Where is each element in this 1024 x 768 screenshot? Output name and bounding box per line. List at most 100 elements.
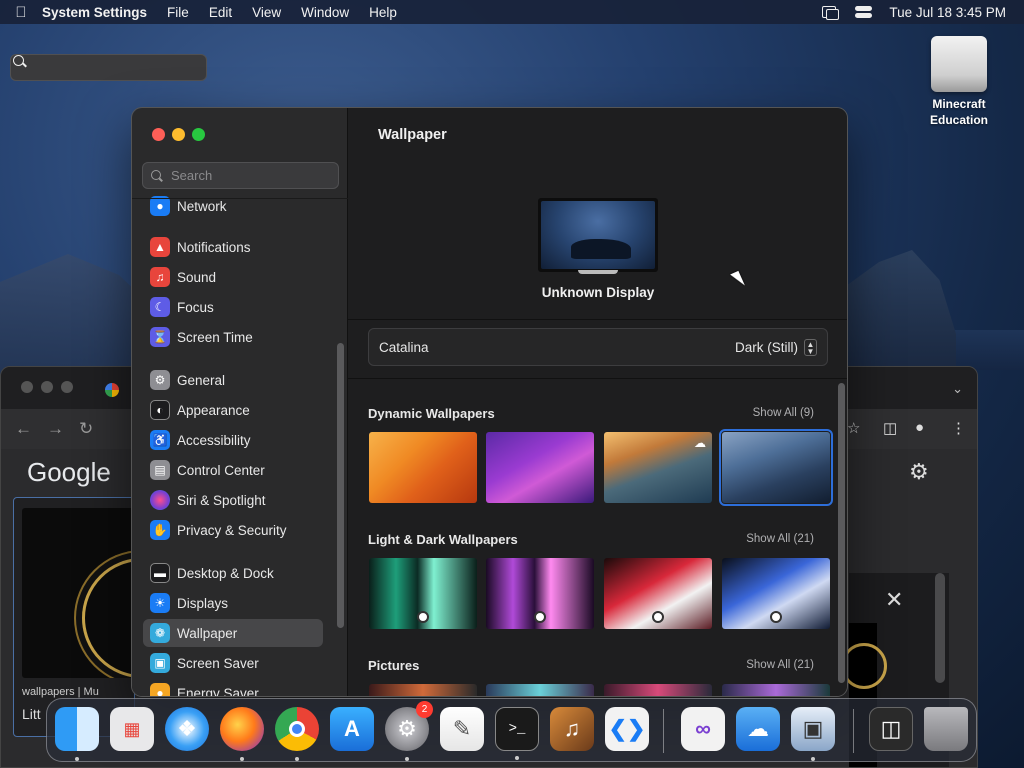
more-menu-icon[interactable]: ⋮ [951, 419, 966, 437]
sidebar-item-privacy-security[interactable]: ✋ Privacy & Security [143, 516, 323, 544]
section-title-pictures: Pictures [368, 658, 420, 673]
picture-thumb[interactable] [369, 684, 477, 696]
picture-thumb[interactable] [722, 684, 830, 696]
show-all-pictures-button[interactable]: Show All (21) [746, 659, 814, 671]
cloud-download-icon[interactable]: ☁ [694, 436, 706, 450]
dock-app-store-icon[interactable]: A [330, 707, 374, 751]
wallpaper-thumb-ventura[interactable] [369, 432, 477, 503]
sidebar-item-screen-time[interactable]: ⌛ Screen Time [143, 323, 323, 351]
pane-scrollbar[interactable] [838, 383, 845, 683]
control-center-icon[interactable] [855, 5, 873, 19]
sidebar-item-label: Sound [177, 269, 217, 285]
sidebar-toggle-icon[interactable]: ◫ [883, 419, 897, 437]
menu-window[interactable]: Window [301, 5, 349, 20]
sidebar-item-desktop-dock[interactable]: ▬ Desktop & Dock [143, 559, 323, 587]
section-title-light-dark: Light & Dark Wallpapers [368, 532, 518, 547]
browser-minimize-button[interactable] [41, 381, 53, 393]
appearance-mode-popup[interactable]: Dark (Still) ▲ ▼ [735, 338, 817, 356]
dock-firefox-icon[interactable] [220, 707, 264, 761]
back-arrow-icon[interactable]: ← [15, 419, 32, 439]
dock-trash-icon[interactable] [924, 707, 968, 751]
sidebar-item-general[interactable]: ⚙ General [143, 366, 323, 394]
dock-chrome-icon[interactable] [275, 707, 319, 761]
sidebar-item-focus[interactable]: ☾ Focus [143, 293, 323, 321]
sidebar-item-label: Focus [177, 299, 214, 315]
wallpaper-thumb-purple-abstract[interactable] [486, 558, 594, 629]
pane-divider [348, 378, 847, 379]
menu-help[interactable]: Help [369, 5, 397, 20]
picture-thumb[interactable] [604, 684, 712, 696]
sidebar-item-label: Appearance [177, 402, 250, 418]
picture-thumb[interactable] [486, 684, 594, 696]
dock-garageband-icon[interactable]: ♫ [550, 707, 594, 751]
sidebar-scrollbar[interactable] [337, 343, 344, 628]
menu-edit[interactable]: Edit [209, 5, 232, 20]
wallpaper-thumb-monterey[interactable] [486, 432, 594, 503]
menu-app-name[interactable]: System Settings [42, 5, 147, 20]
bookmark-star-icon[interactable]: ☆ [847, 419, 860, 437]
dock-launchpad-icon[interactable]: ▦ [110, 707, 154, 751]
sidebar-item-appearance[interactable]: ◐ Appearance [143, 396, 323, 424]
display-name: Unknown Display [541, 285, 655, 300]
sidebar-item-network[interactable]: ● Network [143, 192, 323, 220]
wallpaper-thumb-big-sur-coast[interactable]: ☁ [604, 432, 712, 503]
close-icon[interactable]: ✕ [885, 587, 903, 613]
light-dark-badge-icon [652, 611, 664, 623]
apple-menu-icon[interactable]:  [0, 4, 42, 21]
zoom-button[interactable] [192, 128, 205, 141]
dock-safari-icon[interactable]: ❖ [165, 707, 209, 751]
wallpaper-island [846, 250, 956, 370]
section-title-dynamic: Dynamic Wallpapers [368, 406, 495, 421]
display-preview [538, 198, 658, 272]
browser-zoom-button[interactable] [61, 381, 73, 393]
sidebar-item-wallpaper[interactable]: ❁ Wallpaper [143, 619, 323, 647]
window-switcher-icon[interactable] [821, 5, 840, 20]
sidebar-item-screen-saver[interactable]: ▣ Screen Saver [143, 649, 323, 677]
browser-close-button[interactable] [21, 381, 33, 393]
sidebar-item-notifications[interactable]: ▲ Notifications [143, 233, 323, 261]
sidebar-item-sound[interactable]: ♫ Sound [143, 263, 323, 291]
dock-textedit-icon[interactable]: ✎ [440, 707, 484, 751]
sidebar-item-control-center[interactable]: ▤ Control Center [143, 456, 323, 484]
dock-visual-studio-icon[interactable]: ∞ [681, 707, 725, 751]
forward-arrow-icon[interactable]: → [47, 419, 64, 439]
dock-system-settings-icon[interactable]: ⚙ 2 [385, 701, 433, 761]
sidebar-item-displays[interactable]: ☀ Displays [143, 589, 323, 617]
profile-icon[interactable]: ● [915, 419, 924, 436]
sidebar-item-energy-saver[interactable]: ● Energy Saver [143, 679, 323, 696]
menu-file[interactable]: File [167, 5, 189, 20]
desktop-drive-minecraft[interactable]: Minecraft Education [920, 36, 998, 128]
reload-icon[interactable]: ↻ [79, 419, 93, 439]
wallpaper-thumb-catalina-selected[interactable] [719, 429, 833, 506]
drive-label-line1: Minecraft [932, 97, 986, 111]
sidebar-item-siri-spotlight[interactable]: Siri & Spotlight [143, 486, 323, 514]
dock-screenshot-folder-icon[interactable]: ◫ [869, 707, 913, 751]
menubar-clock[interactable]: Tue Jul 18 3:45 PM [889, 5, 1006, 20]
accessibility-icon: ♿ [150, 430, 170, 450]
wallpaper-thumb-red-wave[interactable] [604, 558, 712, 629]
google-logo: Google [27, 457, 111, 487]
dock-icloud-weather-icon[interactable]: ☁ [736, 707, 780, 751]
spotlight-search-icon[interactable] [10, 54, 207, 81]
dock-terminal-icon[interactable]: >_ [495, 707, 539, 760]
sidebar-list: ● Network ▲ Notifications ♫ Sound ☾ Focu… [132, 188, 348, 696]
search-input[interactable] [171, 168, 331, 183]
close-button[interactable] [152, 128, 165, 141]
wallpaper-thumb-green-abstract[interactable] [369, 558, 477, 629]
show-all-light-dark-button[interactable]: Show All (21) [746, 533, 814, 545]
sidebar-item-label: Wallpaper [177, 625, 238, 641]
preview-scrollbar[interactable] [935, 573, 945, 683]
result-thumbnail [22, 508, 134, 678]
chevron-down-icon[interactable]: ⌄ [952, 381, 963, 397]
search-icon [151, 169, 163, 182]
gear-icon[interactable]: ⚙ [909, 459, 929, 485]
sidebar-item-accessibility[interactable]: ♿ Accessibility [143, 426, 323, 454]
drive-icon [931, 36, 987, 92]
show-all-dynamic-button[interactable]: Show All (9) [753, 407, 814, 419]
menu-view[interactable]: View [252, 5, 281, 20]
dock-vscode-icon[interactable]: ❮❯ [605, 707, 649, 751]
wallpaper-thumb-blue-wave[interactable] [722, 558, 830, 629]
dock-preview-icon[interactable]: ▣ [791, 707, 835, 761]
dock-finder-icon[interactable] [55, 707, 99, 761]
minimize-button[interactable] [172, 128, 185, 141]
